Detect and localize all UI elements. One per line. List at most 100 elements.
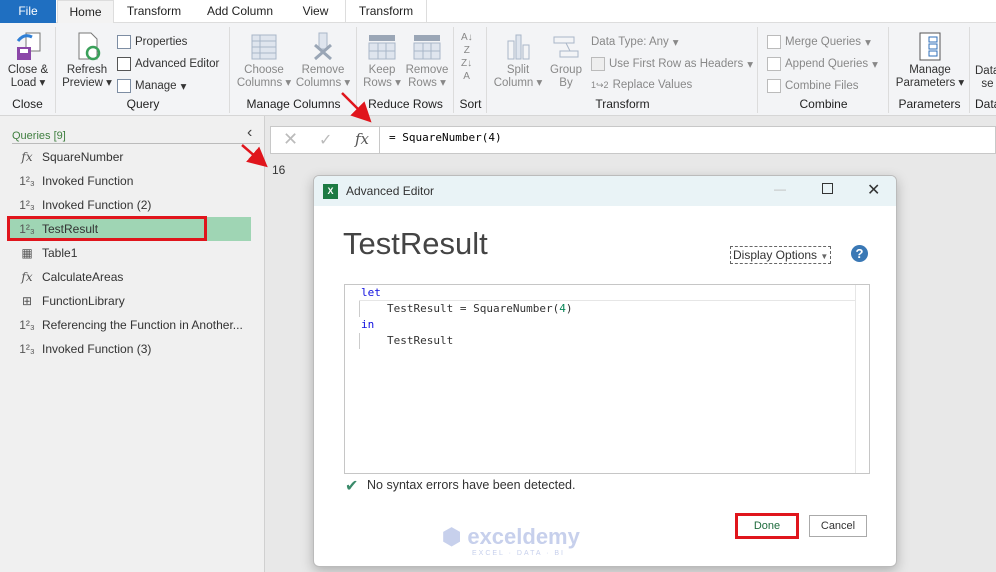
remove-rows-button[interactable]: Remove Rows ▾: [404, 31, 450, 90]
result-value: 16: [272, 163, 286, 177]
group-manage-columns: Choose Columns ▾ Remove Columns ▾ Manage C…: [231, 27, 357, 113]
scroll-icon: [117, 57, 131, 71]
close-load-button[interactable]: Close & Load ▾: [4, 31, 52, 90]
formula-bar: ✕ ✓ fx: [270, 126, 996, 154]
remove-columns-icon: [314, 32, 332, 61]
query-item[interactable]: 1²₃ Invoked Function: [8, 169, 251, 193]
confirm-check-icon[interactable]: ✓: [319, 130, 332, 150]
number-icon: 1²₃: [19, 318, 35, 332]
properties-icon: [117, 35, 131, 49]
tab-view[interactable]: View: [288, 0, 343, 24]
code-line: let: [361, 286, 381, 299]
split-column-icon: [507, 34, 530, 60]
display-options-dropdown[interactable]: Display Options ▼: [730, 246, 832, 264]
group-label: Close: [12, 97, 43, 111]
tab-file[interactable]: File: [0, 0, 56, 24]
close-load-icon: [16, 32, 41, 60]
query-item[interactable]: ⊞ FunctionLibrary: [8, 289, 251, 313]
tab-add-column[interactable]: Add Column: [194, 0, 286, 24]
grid-icon: ⊞: [21, 294, 33, 308]
group-label: Parameters: [898, 97, 961, 111]
group-label: Reduce Rows: [368, 97, 443, 111]
fx-icon: fx: [355, 130, 370, 148]
group-combine: Merge Queries ▾ Append Queries ▾ Combine…: [759, 27, 889, 113]
group-label: Query: [126, 97, 160, 111]
refresh-icon: [78, 32, 101, 61]
dialog-title: Advanced Editor: [346, 184, 435, 198]
number-icon: 1²₃: [19, 198, 35, 212]
query-item[interactable]: 1²₃ Referencing the Function in Another..…: [8, 313, 251, 337]
refresh-preview-button[interactable]: Refresh Preview ▾: [61, 31, 113, 90]
code-editor[interactable]: let TestResult = SquareNumber(4) in Test…: [344, 284, 870, 474]
close-icon[interactable]: ✕: [867, 180, 880, 200]
group-data-sources: Data se Data: [971, 27, 996, 113]
append-queries-button[interactable]: Append Queries ▾: [767, 57, 878, 71]
highlight-box: [735, 513, 799, 539]
merge-icon: [767, 35, 781, 49]
query-label: Invoked Function (3): [42, 342, 152, 356]
formula-input[interactable]: [389, 131, 979, 144]
choose-columns-icon: [251, 34, 277, 60]
query-item[interactable]: ▦ Table1: [8, 241, 251, 265]
query-item[interactable]: fx CalculateAreas: [8, 265, 251, 289]
use-first-row-headers-button[interactable]: Use First Row as Headers ▾: [591, 57, 753, 71]
tab-transform-contextual[interactable]: Transform: [345, 0, 427, 24]
query-label: SquareNumber: [42, 150, 124, 164]
replace-values-button[interactable]: 1↪2 Replace Values: [591, 79, 692, 91]
query-label: CalculateAreas: [42, 270, 124, 284]
sort-ascending-button[interactable]: A↓ Z: [461, 31, 473, 57]
remove-columns-button[interactable]: Remove Columns ▾: [293, 31, 353, 90]
keep-rows-icon: [368, 35, 396, 60]
tab-home[interactable]: Home: [57, 0, 114, 24]
table-icon: ▦: [21, 246, 33, 260]
keep-rows-button[interactable]: Keep Rows ▾: [360, 31, 404, 90]
group-label: Sort: [459, 97, 482, 111]
query-item[interactable]: 1²₃ Invoked Function (3): [8, 337, 251, 361]
advanced-editor-button[interactable]: Advanced Editor: [117, 57, 219, 71]
data-type-dropdown[interactable]: Data Type: Any ▾: [591, 35, 679, 49]
query-label: Invoked Function (2): [42, 198, 152, 212]
combine-files-button[interactable]: Combine Files: [767, 79, 859, 93]
replace-icon: 1↪2: [591, 79, 609, 90]
excel-icon: X: [323, 183, 338, 199]
group-label: Transform: [595, 97, 650, 111]
sort-descending-button[interactable]: Z↓ A: [461, 57, 472, 83]
query-item[interactable]: fx SquareNumber: [8, 145, 251, 169]
data-source-settings-button[interactable]: Data se: [975, 65, 996, 91]
choose-columns-button[interactable]: Choose Columns ▾: [235, 31, 293, 90]
manage-button[interactable]: Manage ▾: [117, 79, 186, 93]
query-item[interactable]: 1²₃ Invoked Function (2): [8, 193, 251, 217]
group-query: Refresh Preview ▾ Properties Advanced Edi…: [57, 27, 230, 113]
number-icon: 1²₃: [19, 174, 35, 188]
query-label: FunctionLibrary: [42, 294, 125, 308]
manage-parameters-button[interactable]: Manage Parameters ▾: [894, 31, 966, 90]
group-parameters: Manage Parameters ▾ Parameters: [890, 27, 970, 113]
group-by-button[interactable]: Group By: [546, 31, 586, 90]
maximize-icon[interactable]: [822, 183, 833, 194]
check-icon: ✔: [345, 478, 359, 495]
minimize-icon[interactable]: —: [774, 182, 786, 196]
number-icon: 1²₃: [19, 342, 35, 356]
tab-transform[interactable]: Transform: [116, 0, 192, 24]
group-label: Data: [975, 97, 996, 111]
function-icon: fx: [21, 270, 33, 284]
collapse-chevron-icon[interactable]: ‹: [247, 124, 252, 142]
properties-button[interactable]: Properties: [117, 35, 187, 49]
advanced-editor-dialog: X Advanced Editor — ✕ TestResult Display…: [313, 175, 897, 567]
merge-queries-button[interactable]: Merge Queries ▾: [767, 35, 871, 49]
query-label: Referencing the Function in Another...: [42, 318, 243, 332]
split-column-button[interactable]: Split Column ▾: [490, 31, 546, 90]
help-icon[interactable]: ?: [851, 245, 868, 262]
cancel-button[interactable]: Cancel: [809, 515, 867, 537]
group-close: Close & Load ▾ Close: [0, 27, 56, 113]
group-label: Combine: [799, 97, 848, 111]
watermark-logo: ⬢ exceldemy EXCEL · DATA · BI: [442, 524, 580, 557]
cancel-x-icon[interactable]: ✕: [283, 129, 298, 150]
append-icon: [767, 57, 781, 71]
ribbon: Close & Load ▾ Close Refresh Preview ▾ Pro…: [0, 23, 996, 116]
group-sort: A↓ Z Z↓ A Sort: [455, 27, 487, 113]
editor-scrollbar[interactable]: [855, 285, 869, 473]
function-icon: fx: [21, 150, 33, 164]
syntax-status: No syntax errors have been detected.: [367, 478, 576, 492]
queries-pane: Queries [9] ‹ fx SquareNumber 1²₃ Invoked F…: [0, 116, 265, 572]
